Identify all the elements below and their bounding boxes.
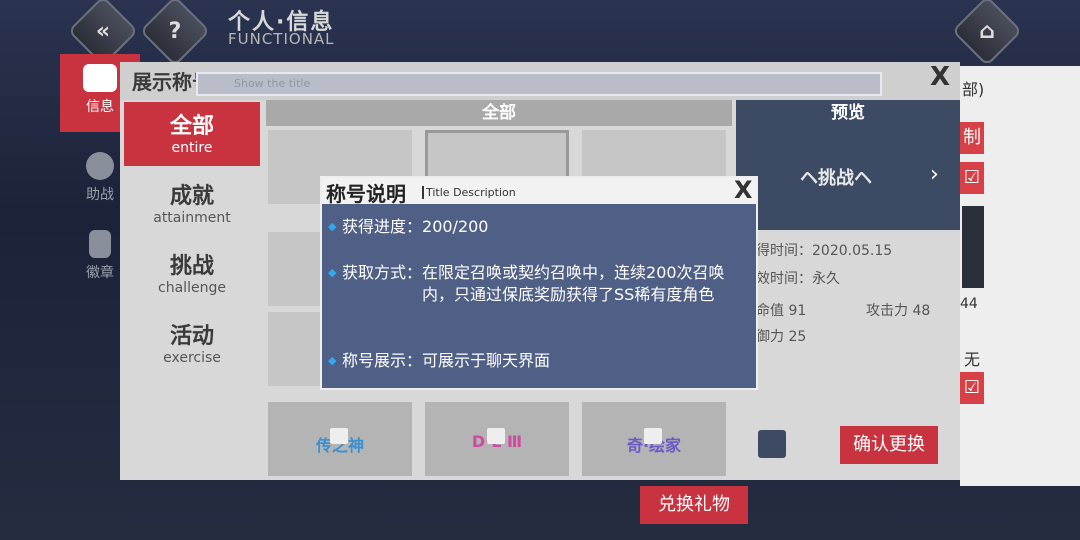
category-label: 全部: [169, 114, 214, 139]
category-sublabel: entire: [171, 140, 213, 156]
diamond-bullet-icon: ◆: [328, 354, 337, 367]
help-icon: ?: [168, 18, 182, 44]
close-icon[interactable]: X: [930, 62, 950, 92]
category-challenge[interactable]: 挑战 challenge: [124, 242, 260, 306]
obtain-time: 得时间：2020.05.15: [756, 243, 893, 259]
home-button[interactable]: ⌂: [951, 0, 1023, 67]
tab-fragment: 部): [962, 80, 985, 99]
right-button-b[interactable]: ☑: [960, 162, 984, 194]
value-none: 无: [964, 350, 981, 369]
stat-hp: 命值 91: [756, 303, 807, 319]
right-button-a[interactable]: 制: [960, 122, 984, 154]
preview-title: ヘ挑战ヘ: [800, 168, 872, 189]
category-label: 活动: [169, 324, 214, 349]
display-row: ◆ 称号展示： 可展示于聊天界面: [328, 350, 750, 372]
row-value: 在限定召唤或契约召唤中，连续200次召唤内，只通过保底奖励获得了SS稀有度角色: [422, 263, 725, 304]
lock-icon: [644, 428, 662, 444]
row-label: 称号展示：: [342, 351, 423, 370]
exchange-gift-button[interactable]: 兑换礼物: [640, 486, 748, 524]
category-entire[interactable]: 全部 entire: [124, 102, 260, 166]
nav-support-label: 助战: [86, 187, 114, 203]
avatar-frame: [962, 206, 984, 288]
value-44: 44: [960, 296, 978, 312]
diamond-bullet-icon: ◆: [328, 220, 337, 233]
stat-atk: 攻击力 48: [866, 303, 931, 319]
category-sublabel: attainment: [153, 210, 231, 226]
locked-title-tile[interactable]: 传之神: [268, 402, 412, 476]
lock-icon: [487, 428, 505, 444]
progress-row: ◆ 获得进度： 200/200: [328, 216, 750, 238]
category-label: 成就: [169, 184, 214, 209]
preview-header: 预览: [736, 100, 960, 126]
home-icon: ⌂: [979, 18, 995, 44]
confirm-change-button[interactable]: 确认更换: [840, 426, 938, 464]
category-attainment[interactable]: 成就 attainment: [124, 172, 260, 236]
stat-def: 御力 25: [756, 329, 807, 345]
category-sublabel: exercise: [163, 350, 221, 366]
grid-header: 全部: [266, 100, 732, 126]
dialog-header: 称号说明 Title Description X: [322, 176, 756, 206]
category-sublabel: challenge: [158, 280, 226, 296]
nav-info-label: 信息: [86, 99, 114, 115]
id-card-icon: [83, 64, 117, 92]
search-icon[interactable]: [758, 430, 786, 458]
help-button[interactable]: ?: [139, 0, 211, 67]
row-value: 可展示于聊天界面: [422, 351, 551, 370]
diamond-bullet-icon: ◆: [328, 266, 337, 279]
heart-icon: [86, 152, 114, 180]
valid-time: 效时间：永久: [756, 271, 840, 287]
chevron-right-icon[interactable]: ›: [930, 162, 939, 187]
category-exercise[interactable]: 活动 exercise: [124, 312, 260, 376]
page-subtitle: FUNCTIONAL: [228, 30, 335, 48]
chevrons-left-icon: «: [95, 18, 111, 44]
nav-badge-label: 徽章: [86, 265, 114, 281]
row-label: 获取方式：: [342, 263, 423, 282]
title-description-dialog: 称号说明 Title Description X ◆ 获得进度： 200/200…: [320, 176, 758, 390]
locked-title-tile[interactable]: D·L Ⅲ: [425, 402, 569, 476]
lock-icon: [330, 428, 348, 444]
title-panel-subtitle: Show the title: [234, 77, 311, 90]
category-label: 挑战: [169, 254, 214, 279]
close-icon[interactable]: X: [734, 176, 753, 204]
row-value: 200/200: [422, 217, 489, 236]
locked-title-tile[interactable]: 奇·绘家: [582, 402, 726, 476]
title-search-bar[interactable]: Show the title: [196, 72, 882, 96]
row-label: 获得进度：: [342, 217, 423, 236]
method-row: ◆ 获取方式： 在限定召唤或契约召唤中，连续200次召唤内，只通过保底奖励获得了…: [328, 262, 750, 306]
dialog-title: 称号说明: [326, 182, 406, 206]
dialog-subtitle: Title Description: [422, 186, 516, 199]
edit-button[interactable]: ☑: [960, 372, 984, 404]
medal-icon: [89, 230, 111, 258]
